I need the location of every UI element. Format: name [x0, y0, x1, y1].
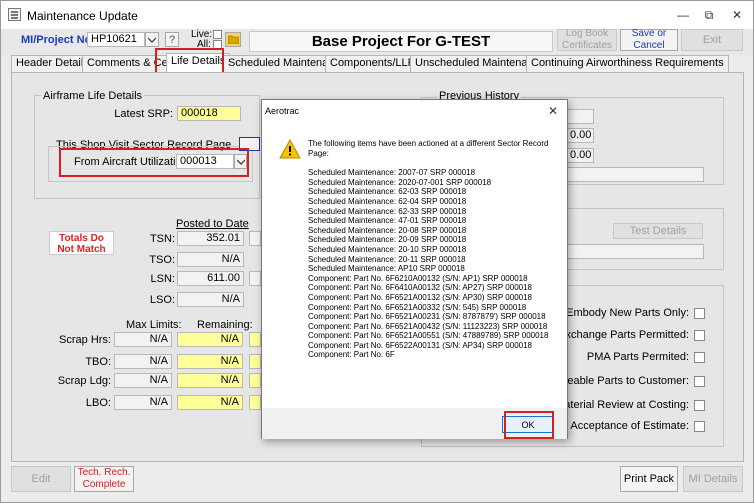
lbo-max: N/A — [114, 395, 172, 410]
prev-history-val2: 0.00 — [566, 148, 594, 163]
log-book-certificates-button[interactable]: Log Book Certificates — [557, 28, 617, 51]
airframe-life-title: Airframe Life Details — [41, 90, 145, 102]
item-12: Component: Part No. 6F6210A00132 (S/N: A… — [308, 273, 528, 283]
test-details-button[interactable]: Test Details — [613, 223, 703, 239]
tbo-max: N/A — [114, 354, 172, 369]
maintenance-update-window: Maintenance Update — ⧉ ✕ MI/Project No: … — [0, 0, 754, 503]
item-4: Scheduled Maintenance: 62-04 SRP 000018 — [308, 196, 467, 206]
help-button[interactable]: ? — [165, 32, 179, 47]
item-6: Scheduled Maintenance: 47-01 SRP 000018 — [308, 216, 467, 226]
mi-details-button[interactable]: MI Details — [683, 466, 743, 492]
totals-warning: Totals Do Not Match — [49, 231, 114, 255]
item-13: Component: Part No. 6F6410A00132 (S/N: A… — [308, 283, 532, 293]
lso-value: N/A — [177, 292, 244, 307]
prev-history-field-a — [566, 109, 594, 124]
tbo-extra — [249, 354, 261, 369]
warning-icon — [279, 139, 301, 159]
lsn-label: LSN: — [150, 273, 175, 285]
tsn-extra — [249, 231, 261, 246]
item-17: Component: Part No. 6F6521A00432 (S/N: 1… — [308, 321, 548, 331]
tso-value: N/A — [177, 252, 244, 267]
item-1: Scheduled Maintenance: 2007-07 SRP 00001… — [308, 168, 476, 178]
item-5: Scheduled Maintenance: 62-33 SRP 000018 — [308, 206, 467, 216]
exit-button[interactable]: Exit — [681, 29, 743, 51]
folder-icon — [227, 35, 239, 44]
item-19: Component: Part No. 6F6522A00131 (S/N: A… — [308, 340, 532, 350]
lso-label: LSO: — [149, 294, 175, 306]
lbo-label: LBO: — [85, 397, 111, 409]
aerotrac-dialog: Aerotrac ✕ The following items have been… — [261, 99, 568, 439]
remaining-label: Remaining: — [197, 319, 253, 331]
item-16: Component: Part No. 6F6521A00231 (S/N: 8… — [308, 312, 546, 322]
test-field — [566, 244, 704, 259]
scrap-hrs-extra — [249, 332, 261, 347]
lsn-value: 611.00 — [177, 271, 244, 286]
from-util-highlight — [59, 148, 249, 177]
item-11: Scheduled Maintenance: AP10 SRP 000018 — [308, 264, 465, 274]
lsn-extra — [249, 271, 261, 286]
option-checkbox-6[interactable] — [694, 421, 705, 432]
item-9: Scheduled Maintenance: 20-10 SRP 000018 — [308, 244, 467, 254]
lbo-remaining: N/A — [177, 395, 243, 410]
dialog-title-bar: Aerotrac ✕ — [262, 100, 567, 124]
tbo-remaining: N/A — [177, 354, 243, 369]
chevron-down-icon — [148, 37, 156, 43]
tech-rech-complete-button[interactable]: Tech. Rech. Complete — [74, 466, 134, 492]
scrap-hrs-label: Scrap Hrs: — [59, 334, 111, 346]
latest-srp-label: Latest SRP: — [114, 108, 173, 120]
item-7: Scheduled Maintenance: 20-08 SRP 000018 — [308, 225, 467, 235]
item-2: Scheduled Maintenance: 2020-07-001 SRP 0… — [308, 177, 492, 187]
tso-label: TSO: — [149, 254, 175, 266]
live-checkbox[interactable] — [213, 30, 222, 39]
dialog-message-area: The following items have been actioned a… — [308, 139, 558, 360]
posted-to-date-label: Posted to Date — [176, 218, 249, 230]
app-icon — [8, 8, 21, 21]
option-checkbox-3[interactable] — [694, 352, 705, 363]
window-title: Maintenance Update — [27, 9, 138, 23]
print-pack-button[interactable]: Print Pack — [620, 466, 678, 492]
tsn-value: 352.01 — [177, 231, 244, 246]
ok-highlight — [504, 411, 554, 439]
scrap-ldg-extra — [249, 373, 261, 388]
item-20: Component: Part No. 6F — [308, 350, 395, 360]
save-cancel-button[interactable]: Save or Cancel — [620, 28, 678, 51]
folder-button[interactable] — [225, 32, 241, 47]
project-dropdown-button[interactable] — [145, 32, 159, 47]
scrap-ldg-max: N/A — [114, 373, 172, 388]
dialog-title: Aerotrac — [265, 106, 300, 116]
prev-history-field-b — [566, 167, 704, 182]
item-18: Component: Part No. 6F6521A00551 (S/N: 4… — [308, 331, 549, 341]
option-checkbox-4[interactable] — [694, 376, 705, 387]
tsn-label: TSN: — [149, 233, 175, 245]
close-button[interactable]: ✕ — [725, 6, 749, 24]
scrap-hrs-remaining: N/A — [177, 332, 243, 347]
prev-history-val1: 0.00 — [566, 128, 594, 143]
dialog-message: The following items have been actioned a… — [308, 139, 549, 158]
item-8: Scheduled Maintenance: 20-09 SRP 000018 — [308, 235, 467, 245]
max-limits-label: Max Limits: — [126, 319, 182, 331]
minimize-button[interactable]: — — [671, 6, 695, 24]
item-10: Scheduled Maintenance: 20-11 SRP 000018 — [308, 254, 466, 264]
project-no-input[interactable]: HP10621 — [87, 32, 145, 47]
project-no-label: MI/Project No: — [21, 34, 95, 46]
dialog-close-button[interactable]: ✕ — [548, 104, 558, 118]
project-title: Base Project For G-TEST — [311, 33, 491, 50]
latest-srp-input[interactable]: 000018 — [177, 106, 241, 121]
scrap-ldg-label: Scrap Ldg: — [57, 375, 111, 387]
tbo-label: TBO: — [85, 356, 111, 368]
item-14: Component: Part No. 6F6521A00132 (S/N: A… — [308, 292, 532, 302]
tab-continuing-airworthiness[interactable]: Continuing Airworthiness Requirements — [526, 55, 729, 72]
lbo-extra — [249, 395, 261, 410]
scrap-ldg-remaining: N/A — [177, 373, 243, 388]
option-checkbox-2[interactable] — [694, 330, 705, 341]
scrap-hrs-max: N/A — [114, 332, 172, 347]
option-checkbox-1[interactable] — [694, 308, 705, 319]
edit-button[interactable]: Edit — [11, 466, 71, 492]
life-details-highlight — [155, 48, 224, 75]
title-bar: Maintenance Update — ⧉ ✕ — [1, 1, 753, 29]
restore-button[interactable]: ⧉ — [697, 6, 721, 24]
item-15: Component: Part No. 6F6521A00332 (S/N: 5… — [308, 302, 527, 312]
option-checkbox-5[interactable] — [694, 400, 705, 411]
item-3: Scheduled Maintenance: 62-03 SRP 000018 — [308, 187, 467, 197]
